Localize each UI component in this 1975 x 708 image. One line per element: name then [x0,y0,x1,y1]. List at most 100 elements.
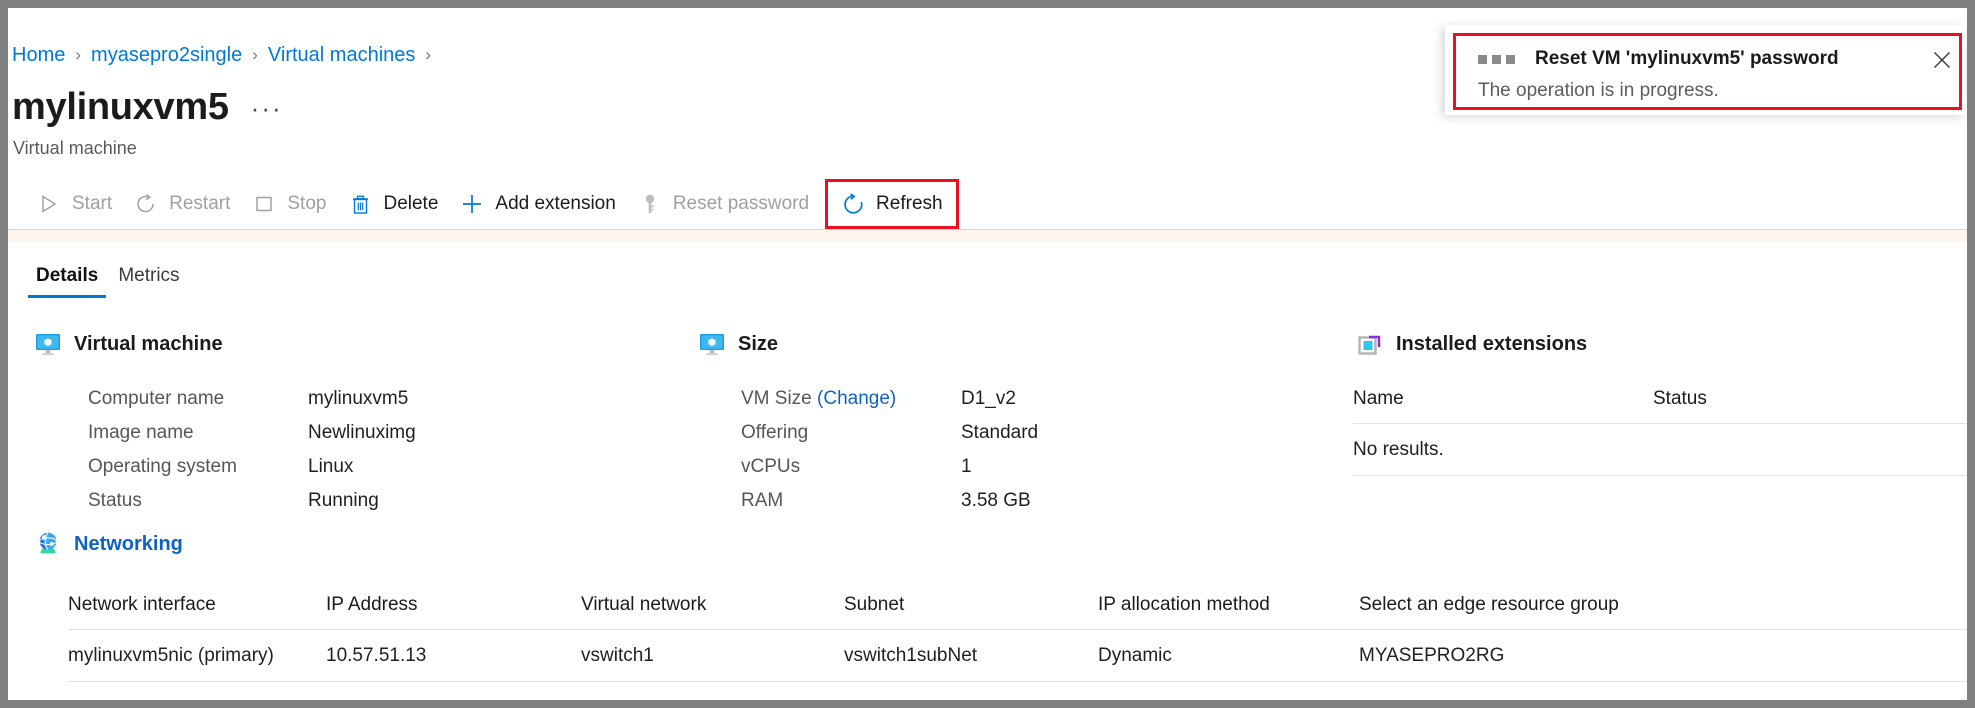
add-extension-button-label: Add extension [495,193,616,214]
cell-virtual-network: vswitch1 [581,644,654,666]
column-header-status[interactable]: Status [1653,388,1707,410]
property-row: Status Running [88,484,416,518]
page-title: mylinuxvm5 [12,86,229,128]
column-header-ip-allocation-method[interactable]: IP allocation method [1098,594,1359,616]
virtual-machine-properties: Computer name mylinuxvm5 Image name Newl… [88,382,416,518]
section-networking-title[interactable]: Networking [74,533,183,556]
property-key: Computer name [88,388,225,409]
tab-details[interactable]: Details [26,265,108,298]
section-installed-extensions-header: Installed extensions [1356,330,1587,358]
plus-icon [460,192,484,216]
cell-ip-allocation-method: Dynamic [1098,644,1172,666]
trash-icon [348,192,372,216]
section-installed-extensions-title: Installed extensions [1396,332,1588,355]
section-size-title: Size [738,332,779,355]
column-header-edge-resource-group[interactable]: Select an edge resource group [1359,594,1759,616]
extensions-icon [1356,330,1384,358]
refresh-icon [841,192,865,216]
property-key: Status [88,490,142,511]
more-options-icon[interactable]: ··· [251,93,283,124]
breadcrumb-item-virtual-machines[interactable]: Virtual machines [268,44,415,67]
property-key: Offering [741,422,809,443]
virtual-machine-icon [34,330,62,358]
column-header-ip-address[interactable]: IP Address [326,594,581,616]
property-row: Offering Standard [741,416,1038,450]
stop-button-label: Stop [287,193,327,214]
property-key: RAM [741,490,784,511]
property-row: VM Size (Change) D1_v2 [741,382,1038,416]
breadcrumb-item-home[interactable]: Home [12,44,65,67]
section-size-header: Size [698,330,778,358]
restart-icon [134,192,158,216]
size-properties: VM Size (Change) D1_v2 Offering Standard… [741,382,1038,518]
empty-state-text: No results. [1353,438,1444,460]
command-toolbar: Start Restart Stop Delete Add extension … [8,178,1967,230]
breadcrumb-separator-icon: › [425,45,432,64]
tab-bar: Details Metrics [26,256,190,298]
property-key: Image name [88,422,194,443]
property-row: Image name Newlinuximg [88,416,416,450]
title-row: mylinuxvm5 ··· [12,86,283,128]
property-key: vCPUs [741,456,801,477]
column-header-virtual-network[interactable]: Virtual network [581,594,844,616]
toolbar-accent-strip [8,230,1967,242]
page-subtitle: Virtual machine [13,138,137,158]
restart-button[interactable]: Restart [123,182,241,226]
breadcrumb-separator-icon: › [75,45,82,64]
notification-title: Reset VM 'mylinuxvm5' password [1535,48,1839,69]
restart-button-label: Restart [169,193,231,214]
tab-metrics-label: Metrics [118,265,180,286]
table-row: No results. [1353,424,1967,476]
property-value: mylinuxvm5 [308,388,409,409]
column-header-network-interface[interactable]: Network interface [68,594,326,616]
column-header-name[interactable]: Name [1353,388,1653,410]
start-button-label: Start [72,193,113,214]
cell-subnet: vswitch1subNet [844,644,978,666]
close-icon[interactable] [1928,46,1956,74]
breadcrumb-separator-icon: › [252,45,258,64]
networking-table: Network interface IP Address Virtual net… [68,594,1967,682]
property-row: Computer name mylinuxvm5 [88,382,416,416]
add-extension-button[interactable]: Add extension [449,182,626,226]
property-row: Operating system Linux [88,450,416,484]
section-virtual-machine-title: Virtual machine [74,332,223,355]
vm-size-label: VM Size [741,388,818,409]
delete-button[interactable]: Delete [337,182,449,226]
stop-button[interactable]: Stop [241,182,337,226]
property-key: Operating system [88,456,237,477]
notification-title-row: Reset VM 'mylinuxvm5' password [1478,48,1839,70]
change-size-link[interactable]: (Change) [817,388,896,409]
property-value: D1_v2 [961,388,1016,409]
table-header-row: Name Status [1353,388,1967,424]
reset-password-button[interactable]: Reset password [627,182,820,226]
property-row: vCPUs 1 [741,450,1038,484]
property-value: Newlinuximg [308,422,416,443]
property-value: 3.58 GB [961,490,1031,511]
refresh-button-label: Refresh [876,193,943,214]
property-value: Linux [308,456,354,477]
play-icon [37,192,61,216]
breadcrumb-item-subscription[interactable]: myasepro2single [91,44,242,67]
tab-metrics[interactable]: Metrics [108,265,189,298]
table-row[interactable]: mylinuxvm5nic (primary) 10.57.51.13 vswi… [68,630,1967,682]
section-networking-header[interactable]: Networking [34,530,183,558]
section-virtual-machine-header: Virtual machine [34,330,223,358]
cell-edge-resource-group: MYASEPRO2RG [1359,644,1505,666]
networking-icon [34,530,62,558]
property-key: VM Size (Change) [741,388,961,410]
refresh-button[interactable]: Refresh [825,179,959,229]
notification-body: The operation is in progress. [1478,80,1719,101]
table-header-row: Network interface IP Address Virtual net… [68,594,1967,630]
status-value: Running [308,490,379,511]
property-row: RAM 3.58 GB [741,484,1038,518]
progress-indicator-icon [1478,54,1520,64]
property-value: 1 [961,456,972,477]
installed-extensions-table: Name Status No results. [1353,388,1967,476]
cell-ip-address: 10.57.51.13 [326,644,427,666]
start-button[interactable]: Start [26,182,123,226]
delete-button-label: Delete [383,193,439,214]
tab-details-label: Details [36,265,99,286]
breadcrumb: Home › myasepro2single › Virtual machine… [12,43,441,67]
column-header-subnet[interactable]: Subnet [844,594,1098,616]
property-value: Standard [961,422,1039,443]
